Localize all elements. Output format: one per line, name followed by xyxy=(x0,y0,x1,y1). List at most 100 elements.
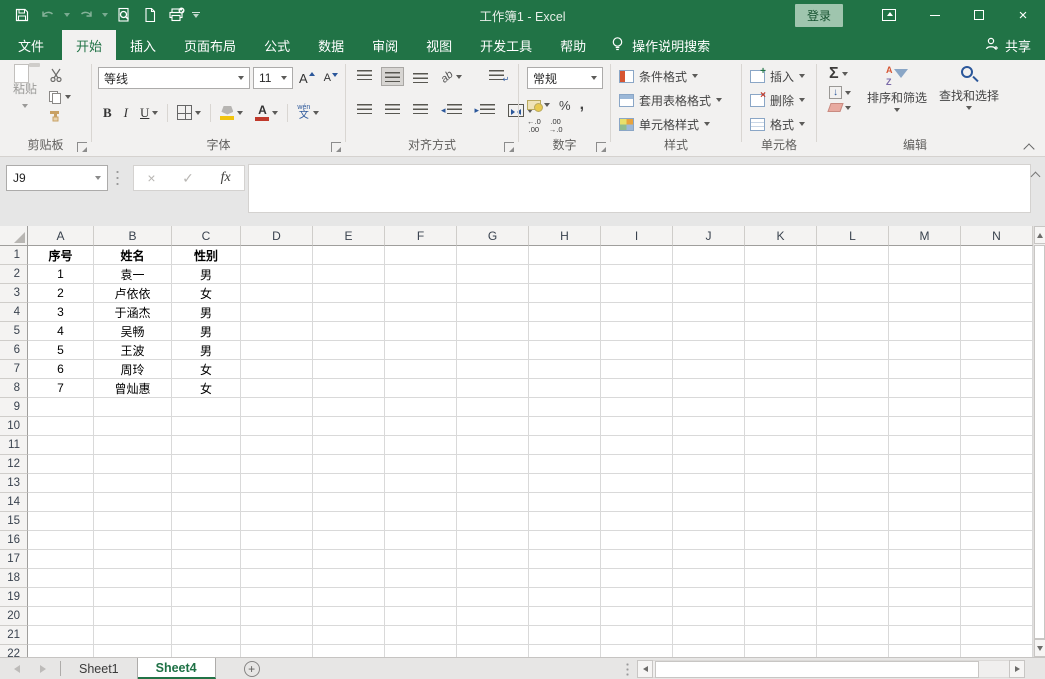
redo-dropdown-icon[interactable] xyxy=(102,13,108,17)
insert-cells-button[interactable]: 插入 xyxy=(742,64,816,88)
cell-I3[interactable] xyxy=(601,284,673,303)
scroll-right-icon[interactable] xyxy=(1009,659,1025,678)
format-painter-icon[interactable] xyxy=(48,109,71,125)
cell-F13[interactable] xyxy=(385,474,457,493)
cell-A13[interactable] xyxy=(28,474,94,493)
cell-A5[interactable]: 4 xyxy=(28,322,94,341)
cell-A14[interactable] xyxy=(28,493,94,512)
cell-G20[interactable] xyxy=(457,607,529,626)
cell-K10[interactable] xyxy=(745,417,817,436)
cell-D1[interactable] xyxy=(241,246,313,265)
cell-C15[interactable] xyxy=(172,512,241,531)
cell-I18[interactable] xyxy=(601,569,673,588)
cell-N12[interactable] xyxy=(961,455,1033,474)
cell-N10[interactable] xyxy=(961,417,1033,436)
cell-C10[interactable] xyxy=(172,417,241,436)
cell-C17[interactable] xyxy=(172,550,241,569)
cell-I7[interactable] xyxy=(601,360,673,379)
tab-page-layout[interactable]: 页面布局 xyxy=(170,30,250,60)
cell-G22[interactable] xyxy=(457,645,529,657)
formula-input[interactable] xyxy=(248,164,1031,213)
cell-A17[interactable] xyxy=(28,550,94,569)
font-name-select[interactable]: 等线 xyxy=(98,67,250,89)
cell-F7[interactable] xyxy=(385,360,457,379)
cell-N4[interactable] xyxy=(961,303,1033,322)
cell-L11[interactable] xyxy=(817,436,889,455)
cell-B17[interactable] xyxy=(94,550,172,569)
cell-D19[interactable] xyxy=(241,588,313,607)
cell-A20[interactable] xyxy=(28,607,94,626)
cell-K12[interactable] xyxy=(745,455,817,474)
cell-I20[interactable] xyxy=(601,607,673,626)
cell-J21[interactable] xyxy=(673,626,745,645)
cell-E3[interactable] xyxy=(313,284,385,303)
cell-H4[interactable] xyxy=(529,303,601,322)
maximize-button[interactable] xyxy=(957,0,1001,30)
cell-F20[interactable] xyxy=(385,607,457,626)
cell-A15[interactable] xyxy=(28,512,94,531)
cell-H3[interactable] xyxy=(529,284,601,303)
cell-J13[interactable] xyxy=(673,474,745,493)
cell-J5[interactable] xyxy=(673,322,745,341)
cell-F16[interactable] xyxy=(385,531,457,550)
row-header-16[interactable]: 16 xyxy=(0,531,28,550)
cell-L3[interactable] xyxy=(817,284,889,303)
cell-A2[interactable]: 1 xyxy=(28,265,94,284)
tab-insert[interactable]: 插入 xyxy=(116,30,170,60)
cell-B12[interactable] xyxy=(94,455,172,474)
cell-C16[interactable] xyxy=(172,531,241,550)
cell-E5[interactable] xyxy=(313,322,385,341)
tab-data[interactable]: 数据 xyxy=(304,30,358,60)
tab-help[interactable]: 帮助 xyxy=(546,30,600,60)
cell-I6[interactable] xyxy=(601,341,673,360)
cell-K7[interactable] xyxy=(745,360,817,379)
cell-M22[interactable] xyxy=(889,645,961,657)
cell-C4[interactable]: 男 xyxy=(172,303,241,322)
cell-C12[interactable] xyxy=(172,455,241,474)
cell-L22[interactable] xyxy=(817,645,889,657)
cell-G2[interactable] xyxy=(457,265,529,284)
cell-E21[interactable] xyxy=(313,626,385,645)
decrease-font-size-button[interactable]: A xyxy=(321,70,341,86)
row-header-11[interactable]: 11 xyxy=(0,436,28,455)
cell-H10[interactable] xyxy=(529,417,601,436)
conditional-formatting-button[interactable]: 条件格式 xyxy=(611,64,741,88)
next-sheet-icon[interactable] xyxy=(40,664,46,673)
autosum-button[interactable]: Σ xyxy=(829,66,851,82)
cell-K5[interactable] xyxy=(745,322,817,341)
cell-D8[interactable] xyxy=(241,379,313,398)
cell-H7[interactable] xyxy=(529,360,601,379)
cell-C20[interactable] xyxy=(172,607,241,626)
cell-H19[interactable] xyxy=(529,588,601,607)
cell-L5[interactable] xyxy=(817,322,889,341)
cell-C14[interactable] xyxy=(172,493,241,512)
cell-K4[interactable] xyxy=(745,303,817,322)
cell-F4[interactable] xyxy=(385,303,457,322)
percent-style-button[interactable]: % xyxy=(559,98,571,113)
cell-F12[interactable] xyxy=(385,455,457,474)
cell-I13[interactable] xyxy=(601,474,673,493)
tab-developer[interactable]: 开发工具 xyxy=(466,30,546,60)
cell-H14[interactable] xyxy=(529,493,601,512)
row-header-10[interactable]: 10 xyxy=(0,417,28,436)
cell-N21[interactable] xyxy=(961,626,1033,645)
cell-D18[interactable] xyxy=(241,569,313,588)
cell-C13[interactable] xyxy=(172,474,241,493)
col-header-B[interactable]: B xyxy=(94,226,172,246)
row-header-15[interactable]: 15 xyxy=(0,512,28,531)
col-header-M[interactable]: M xyxy=(889,226,961,246)
cell-J4[interactable] xyxy=(673,303,745,322)
borders-button[interactable] xyxy=(174,103,204,122)
col-header-G[interactable]: G xyxy=(457,226,529,246)
cell-J8[interactable] xyxy=(673,379,745,398)
cell-M14[interactable] xyxy=(889,493,961,512)
cell-J10[interactable] xyxy=(673,417,745,436)
cell-K20[interactable] xyxy=(745,607,817,626)
row-header-20[interactable]: 20 xyxy=(0,607,28,626)
cell-C5[interactable]: 男 xyxy=(172,322,241,341)
cell-G9[interactable] xyxy=(457,398,529,417)
cell-J19[interactable] xyxy=(673,588,745,607)
cell-L8[interactable] xyxy=(817,379,889,398)
cell-M11[interactable] xyxy=(889,436,961,455)
cell-K9[interactable] xyxy=(745,398,817,417)
